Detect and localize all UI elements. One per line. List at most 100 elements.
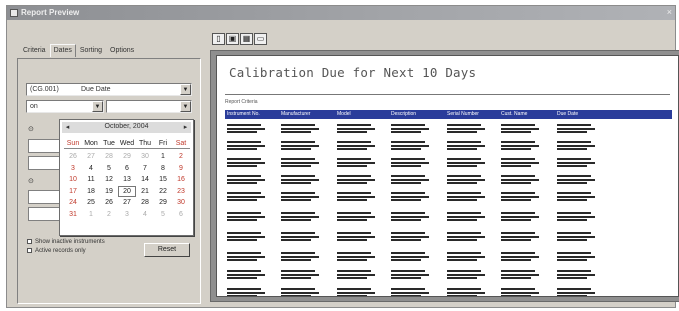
date-field-label: Due Date bbox=[81, 86, 111, 93]
next-month-icon[interactable]: ▸ bbox=[181, 123, 190, 131]
page-icon[interactable]: ▯ bbox=[212, 33, 225, 45]
checkbox-box[interactable] bbox=[27, 248, 32, 253]
text-line bbox=[337, 182, 367, 184]
value-field-c[interactable] bbox=[28, 190, 60, 204]
calendar-day[interactable]: 2 bbox=[172, 151, 190, 163]
text-line bbox=[281, 255, 319, 258]
checkbox-active-only[interactable]: Active records only bbox=[27, 248, 105, 257]
calendar-day[interactable]: 30 bbox=[136, 151, 154, 163]
text-line bbox=[557, 182, 587, 184]
calendar-day[interactable]: 26 bbox=[100, 197, 118, 209]
calendar-day[interactable]: 22 bbox=[154, 186, 172, 198]
calendar-day[interactable]: 9 bbox=[172, 163, 190, 175]
calendar-day[interactable]: 3 bbox=[118, 209, 136, 221]
calendar-day[interactable]: 17 bbox=[64, 186, 82, 198]
calendar-day[interactable]: 6 bbox=[118, 163, 136, 175]
calendar-day[interactable]: 30 bbox=[172, 197, 190, 209]
calendar-day[interactable]: 13 bbox=[118, 174, 136, 186]
calendar-day[interactable]: 10 bbox=[64, 174, 82, 186]
calendar-day[interactable]: 7 bbox=[136, 163, 154, 175]
calendar-day[interactable]: 20 bbox=[118, 185, 136, 197]
value-field-d[interactable] bbox=[28, 207, 60, 221]
tab-dates[interactable]: Dates bbox=[49, 44, 76, 57]
calendar-day[interactable]: 1 bbox=[154, 151, 172, 163]
text-line bbox=[501, 219, 531, 221]
calendar-day[interactable]: 28 bbox=[100, 151, 118, 163]
calendar-day[interactable]: 6 bbox=[172, 209, 190, 221]
text-line bbox=[391, 144, 429, 147]
report-preview-pane[interactable]: Calibration Due for Next 10 Days Report … bbox=[210, 50, 679, 302]
report-cell bbox=[501, 212, 541, 226]
text-line bbox=[557, 291, 595, 294]
checkbox-label: Active records only bbox=[35, 248, 86, 255]
calendar-day[interactable]: 27 bbox=[82, 151, 100, 163]
column-header: Cust. Name bbox=[501, 111, 528, 117]
text-line bbox=[227, 239, 257, 241]
text-line bbox=[281, 239, 311, 241]
calendar-day[interactable]: 2 bbox=[100, 209, 118, 221]
text-line bbox=[391, 127, 429, 130]
report-cell bbox=[337, 141, 377, 155]
chevron-down-icon[interactable]: ▼ bbox=[180, 101, 191, 112]
calendar-day[interactable]: 5 bbox=[100, 163, 118, 175]
close-icon[interactable]: × bbox=[667, 7, 672, 18]
value-field-b[interactable] bbox=[28, 156, 60, 170]
text-line bbox=[227, 255, 265, 258]
calendar-day[interactable]: 23 bbox=[172, 186, 190, 198]
calendar-day[interactable]: 29 bbox=[154, 197, 172, 209]
calendar-day[interactable]: 27 bbox=[118, 197, 136, 209]
calendar-day[interactable]: 26 bbox=[64, 151, 82, 163]
calendar-day[interactable]: 25 bbox=[82, 197, 100, 209]
export-icon[interactable]: ▦ bbox=[240, 33, 253, 45]
reset-button[interactable]: Reset bbox=[144, 243, 190, 257]
calendar-day[interactable]: 18 bbox=[82, 186, 100, 198]
title-bar[interactable]: Report Preview × bbox=[7, 6, 675, 20]
radio-option-a[interactable]: ⊙ bbox=[28, 125, 34, 133]
calendar-day[interactable]: 31 bbox=[64, 209, 82, 221]
chevron-down-icon[interactable]: ▼ bbox=[92, 101, 103, 112]
calendar-day[interactable]: 14 bbox=[136, 174, 154, 186]
report-cell bbox=[281, 158, 321, 172]
calendar-day[interactable]: 16 bbox=[172, 174, 190, 186]
calendar-day[interactable]: 11 bbox=[82, 174, 100, 186]
text-line bbox=[557, 199, 587, 201]
radio-option-b[interactable]: ⊙ bbox=[28, 177, 34, 185]
text-line bbox=[501, 270, 535, 272]
calendar-day[interactable]: 1 bbox=[82, 209, 100, 221]
text-line bbox=[557, 175, 591, 177]
calendar-day[interactable]: 24 bbox=[64, 197, 82, 209]
calendar-day[interactable]: 5 bbox=[154, 209, 172, 221]
calendar-day[interactable]: 29 bbox=[118, 151, 136, 163]
calendar-day[interactable]: 15 bbox=[154, 174, 172, 186]
text-line bbox=[281, 192, 315, 194]
date-input[interactable]: ▼ bbox=[106, 100, 192, 113]
tab-criteria[interactable]: Criteria bbox=[19, 44, 50, 57]
calendar-day[interactable]: 19 bbox=[100, 186, 118, 198]
text-line bbox=[557, 288, 591, 290]
print-icon[interactable]: ▣ bbox=[226, 33, 239, 45]
text-line bbox=[227, 141, 261, 143]
calendar-day[interactable]: 4 bbox=[82, 163, 100, 175]
calendar-day[interactable]: 4 bbox=[136, 209, 154, 221]
operator-select[interactable]: on ▼ bbox=[26, 100, 104, 113]
chevron-down-icon[interactable]: ▼ bbox=[180, 84, 191, 95]
calendar-day[interactable]: 3 bbox=[64, 163, 82, 175]
window-icon[interactable]: ▭ bbox=[254, 33, 267, 45]
date-picker-calendar[interactable]: ◂ October, 2004 ▸ Sun Mon Tue Wed Thu Fri Sat 2… bbox=[59, 119, 194, 236]
tab-options[interactable]: Options bbox=[106, 44, 138, 57]
checkbox-box[interactable] bbox=[27, 239, 32, 244]
text-line bbox=[391, 273, 429, 276]
checkbox-show-inactive[interactable]: Show inactive instruments bbox=[27, 239, 105, 248]
text-line bbox=[447, 215, 485, 218]
calendar-day[interactable]: 12 bbox=[100, 174, 118, 186]
report-cell bbox=[337, 232, 377, 246]
text-line bbox=[281, 158, 315, 160]
tab-sorting[interactable]: Sorting bbox=[76, 44, 106, 57]
calendar-day[interactable]: 21 bbox=[136, 186, 154, 198]
calendar-day[interactable]: 8 bbox=[154, 163, 172, 175]
calendar-day[interactable]: 28 bbox=[136, 197, 154, 209]
text-line bbox=[227, 219, 257, 221]
date-field-select[interactable]: (CG.001) Due Date ▼ bbox=[26, 83, 192, 96]
value-field-a[interactable] bbox=[28, 139, 60, 153]
text-line bbox=[391, 182, 421, 184]
